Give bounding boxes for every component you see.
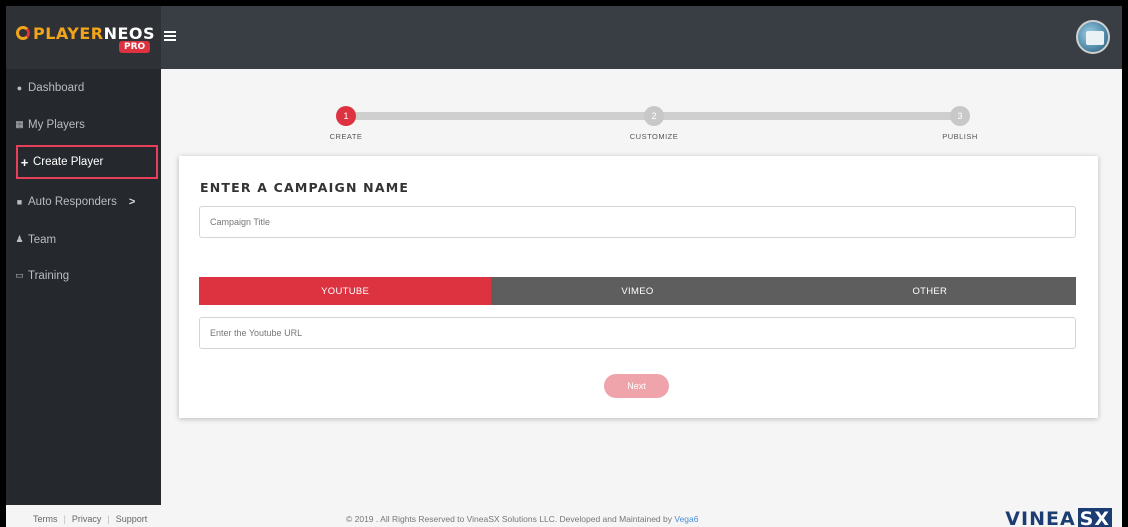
footer-links: Terms | Privacy | Support (33, 514, 148, 524)
youtube-url-input[interactable] (199, 317, 1076, 349)
step-3-label: PUBLISH (942, 132, 978, 141)
progress-stepper: 1 2 3 CREATE CUSTOMIZE PUBLISH (330, 106, 986, 146)
dashboard-icon: ● (16, 82, 23, 93)
top-bar: PLAYERNEOS PRO (6, 6, 1122, 69)
team-icon: ♟ (15, 234, 24, 244)
step-2-indicator: 2 (644, 106, 664, 126)
tab-youtube[interactable]: YOUTUBE (199, 277, 492, 305)
step-3-indicator: 3 (950, 106, 970, 126)
sidebar-item-auto-responders[interactable]: ■ Auto Responders > (6, 183, 161, 220)
logo-ring-icon (16, 26, 30, 40)
sidebar-item-label: My Players (28, 118, 85, 131)
chevron-right-icon: > (128, 195, 136, 208)
tab-other[interactable]: OTHER (783, 277, 1076, 305)
sidebar-item-label: Auto Responders (28, 195, 117, 208)
plus-icon: + (20, 154, 29, 170)
logo[interactable]: PLAYERNEOS PRO (6, 6, 161, 69)
footer-link-privacy[interactable]: Privacy (72, 514, 102, 524)
sidebar-item-training[interactable]: ▭ Training (6, 257, 161, 294)
developer-link[interactable]: Vega6 (674, 514, 698, 524)
folder-icon: ■ (16, 196, 23, 207)
footer: Terms | Privacy | Support © 2019 . All Right… (6, 505, 1122, 527)
app-window: PLAYERNEOS PRO ● Dashboard ▦ My Players … (6, 6, 1122, 527)
sidebar-item-create-player[interactable]: + Create Player (16, 145, 158, 179)
footer-link-terms[interactable]: Terms (33, 514, 58, 524)
sidebar-item-team[interactable]: ♟ Team (6, 221, 161, 258)
step-1-indicator: 1 (336, 106, 356, 126)
video-source-tabs: YOUTUBE VIMEO OTHER (199, 277, 1076, 305)
vineasx-logo: VINEA SX (1005, 508, 1112, 527)
step-1-label: CREATE (329, 132, 363, 141)
form-title: ENTER A CAMPAIGN NAME (200, 180, 410, 195)
sidebar-item-label: Dashboard (28, 81, 85, 94)
sidebar-item-my-players[interactable]: ▦ My Players (6, 106, 161, 143)
monitor-icon: ▭ (15, 270, 24, 280)
hamburger-menu-icon[interactable] (164, 31, 176, 41)
next-button[interactable]: Next (604, 374, 669, 398)
pro-badge: PRO (119, 41, 151, 53)
user-avatar[interactable] (1076, 20, 1110, 54)
sidebar-item-label: Team (28, 233, 57, 246)
footer-link-support[interactable]: Support (116, 514, 148, 524)
campaign-title-input[interactable] (199, 206, 1076, 238)
copyright-text: © 2019 . All Rights Reserved to VineaSX … (346, 514, 699, 524)
step-2-label: CUSTOMIZE (629, 132, 679, 141)
sidebar-item-dashboard[interactable]: ● Dashboard (6, 69, 161, 106)
table-icon: ▦ (15, 119, 24, 129)
sidebar-item-label: Training (28, 269, 70, 282)
avatar-image (1086, 31, 1104, 45)
sidebar: ● Dashboard ▦ My Players + Create Player… (6, 69, 161, 505)
campaign-form-card: ENTER A CAMPAIGN NAME YOUTUBE VIMEO OTHE… (179, 156, 1098, 418)
sidebar-item-label: Create Player (33, 156, 104, 168)
tab-vimeo[interactable]: VIMEO (491, 277, 784, 305)
